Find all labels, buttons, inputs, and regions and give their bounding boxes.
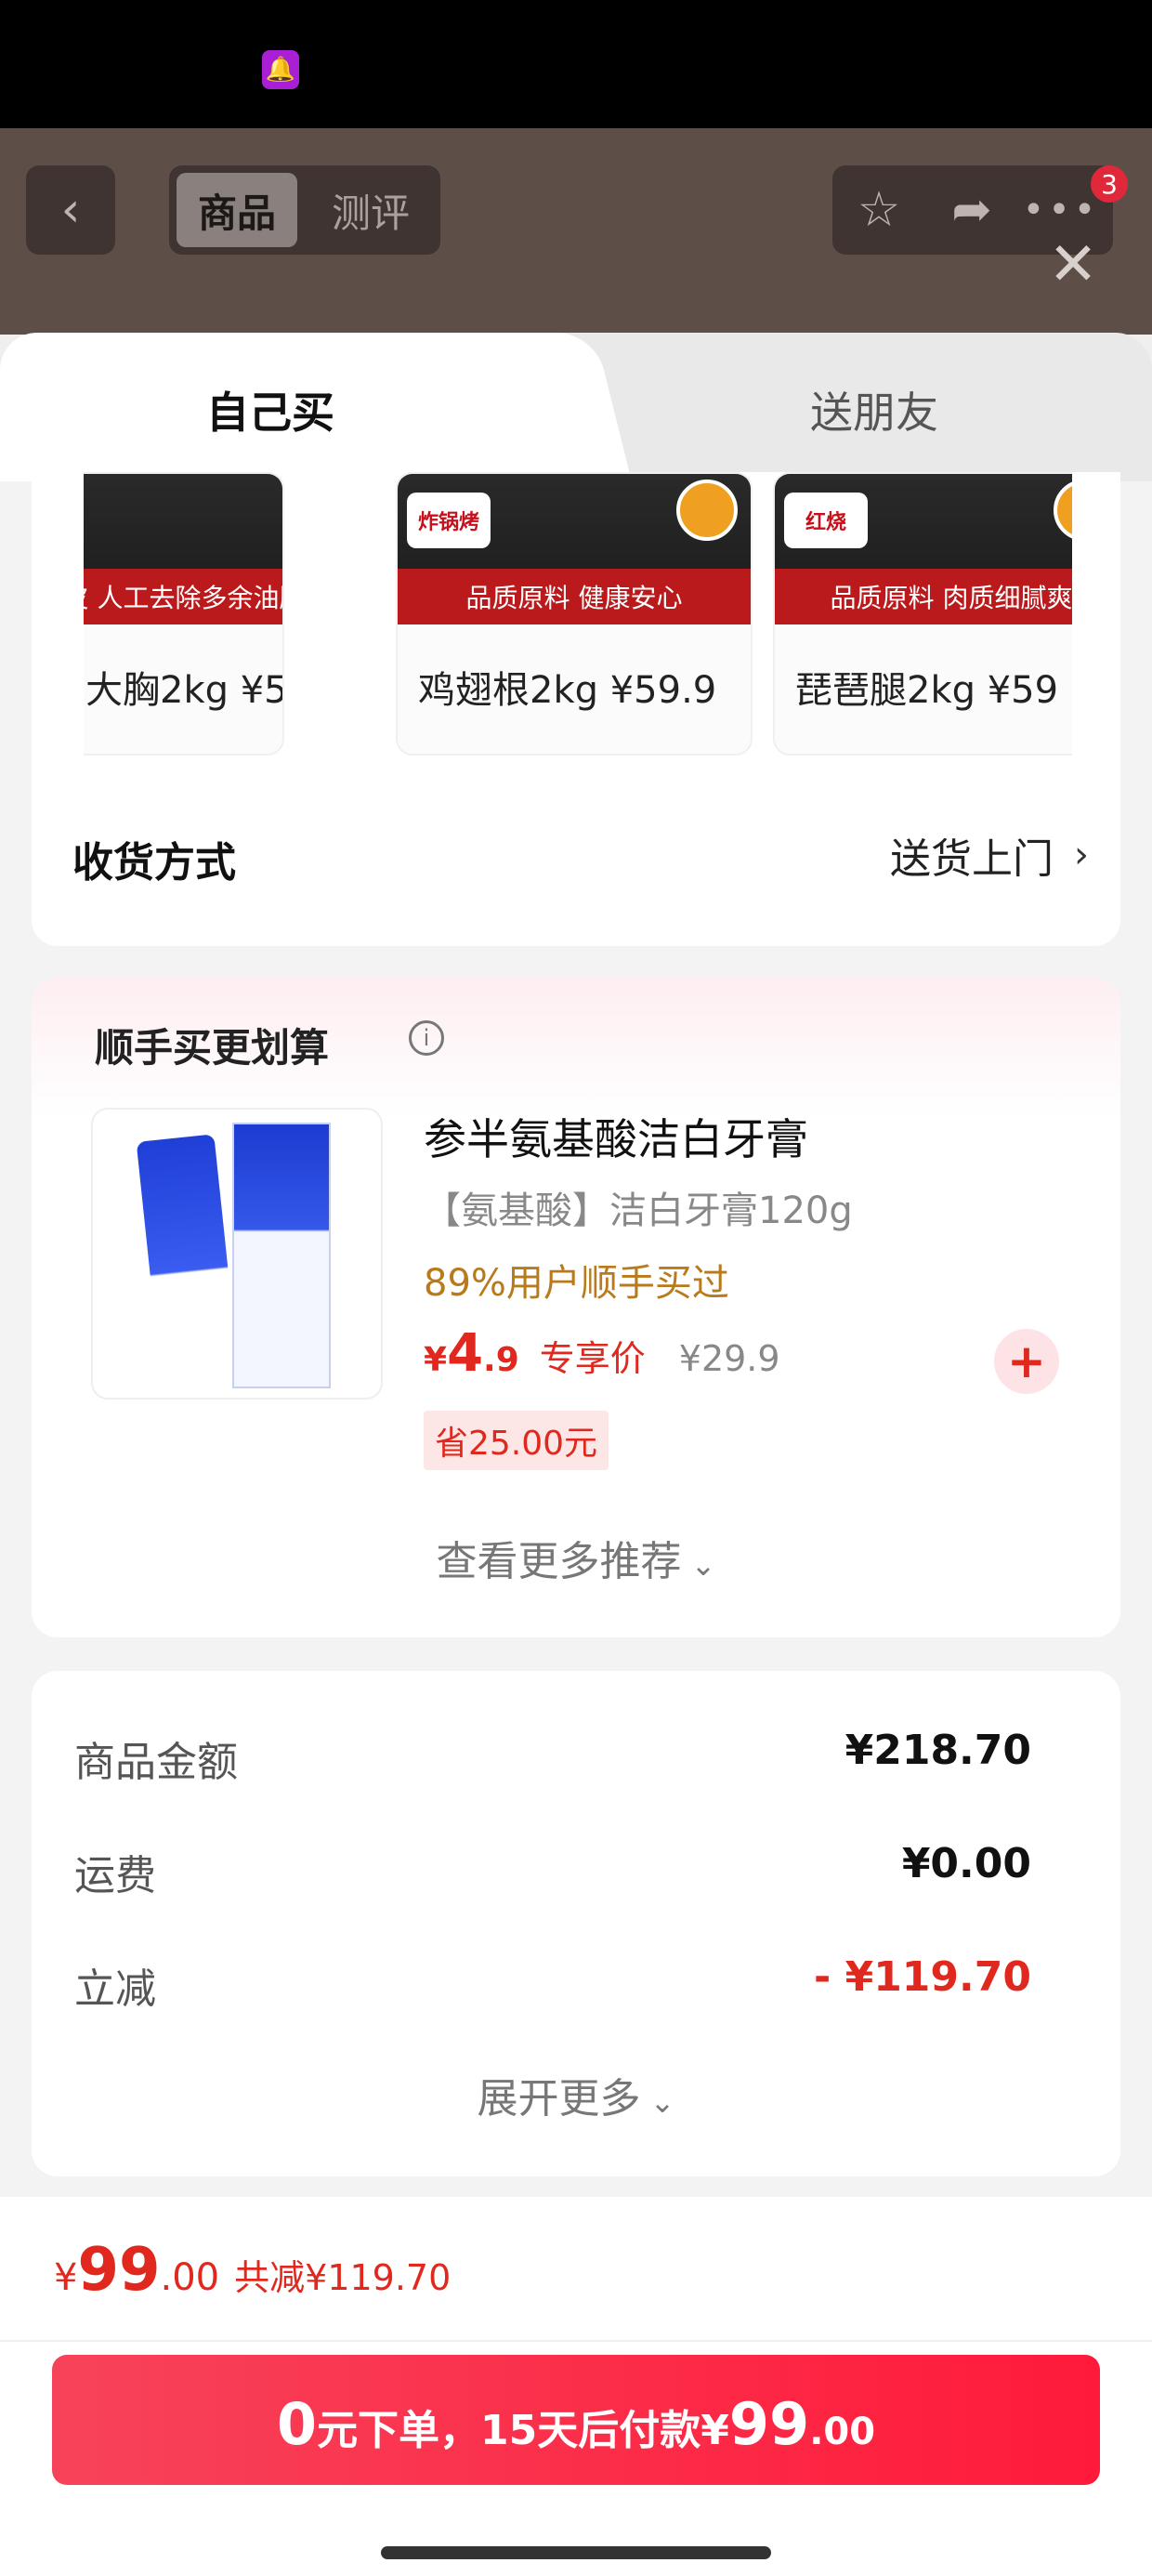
chevron-left-icon: ‹	[60, 182, 81, 238]
divider	[0, 2340, 1152, 2342]
product-tile[interactable]: 炸锅烤 品质原料 健康安心 鸡翅根2kg ¥59.9	[396, 472, 753, 756]
product-tile[interactable]: 凉拌 皮 人工去除多余油脂 大胸2kg ¥59.9	[84, 472, 284, 756]
shipping-label: 运费	[74, 1852, 156, 1899]
checkout-footer: ¥ 99 .00 共减¥119.70 0 元下单，15天后付款¥ 99 .00	[0, 2197, 1152, 2576]
product-banner: 品质原料 健康安心	[398, 569, 751, 624]
expand-more-label: 展开更多	[477, 2075, 641, 2123]
discount-label: 立减	[74, 1965, 156, 2013]
shipping-value: ¥0.00	[901, 1840, 1031, 1887]
delivery-label: 收货方式	[72, 839, 236, 887]
addon-product-spec: 【氨基酸】洁白牙膏120g	[424, 1189, 853, 1232]
notification-bell-icon: 🔔	[262, 50, 299, 89]
cta-zero: 0	[276, 2390, 318, 2458]
product-banner: 皮 人工去除多余油脂	[84, 569, 282, 624]
header-tabs: 商品 测评	[169, 165, 440, 255]
product-tile[interactable]: 红烧 品质原料 肉质细腻爽 琵琶腿2kg ¥59	[773, 472, 1072, 756]
close-icon[interactable]: ✕	[1045, 230, 1101, 299]
price-label: 专享价	[539, 1338, 646, 1379]
cta-text: 元下单，15天后付款¥	[317, 2407, 729, 2454]
cta-amount: 99	[728, 2390, 810, 2458]
tab-self[interactable]: 自己买	[206, 379, 334, 440]
tab-gift[interactable]: 送朋友	[810, 379, 938, 440]
expand-more-link[interactable]: 展开更多 ⌄	[32, 2065, 1120, 2124]
order-sheet: 自己买 送朋友 凉拌 皮 人工去除多余油脂 大胸2kg ¥59.9 炸锅烤 品质…	[0, 333, 1152, 2576]
product-tag: 炸锅烤	[407, 493, 491, 548]
product-name: 大胸2kg ¥59.9	[85, 669, 284, 712]
price-int: 4	[447, 1323, 484, 1384]
footer-total: ¥ 99 .00 共减¥119.70	[54, 2236, 451, 2305]
total-int: 99	[77, 2236, 161, 2305]
share-icon[interactable]: ➦	[935, 175, 1009, 245]
toothpaste-tube-icon	[136, 1134, 240, 1383]
addon-price: ¥ 4 .9 专享价 ¥29.9	[424, 1323, 780, 1384]
place-order-button[interactable]: 0 元下单，15天后付款¥ 99 .00	[52, 2355, 1100, 2485]
product-banner: 品质原料 肉质细腻爽	[775, 569, 1072, 624]
product-carousel[interactable]: 凉拌 皮 人工去除多余油脂 大胸2kg ¥59.9 炸锅烤 品质原料 健康安心 …	[84, 472, 1072, 760]
info-icon[interactable]: i	[409, 1020, 444, 1056]
save-tag: 省25.00元	[424, 1411, 609, 1470]
message-badge: 3	[1091, 165, 1128, 203]
addon-product-image[interactable]	[91, 1108, 383, 1400]
addon-buy-rate: 89%用户顺手买过	[424, 1262, 729, 1305]
chevron-right-icon: ›	[1074, 834, 1089, 876]
favorite-star-icon[interactable]: ☆	[842, 175, 916, 245]
total-dec: .00	[160, 2256, 220, 2299]
tab-review[interactable]: 测评	[308, 173, 433, 247]
products-card: 凉拌 皮 人工去除多余油脂 大胸2kg ¥59.9 炸锅烤 品质原料 健康安心 …	[32, 472, 1120, 946]
product-name: 琵琶腿2kg ¥59	[795, 669, 1059, 712]
quality-seal-icon	[676, 480, 738, 541]
price-summary-card: 商品金额 ¥218.70 运费 ¥0.00 立减 - ¥119.70 展开更多 …	[32, 1671, 1120, 2176]
back-button[interactable]: ‹	[26, 165, 115, 255]
original-price: ¥29.9	[678, 1338, 780, 1379]
tab-goods[interactable]: 商品	[177, 173, 297, 247]
delivery-selector[interactable]: 送货上门 ›	[890, 825, 1089, 885]
cta-decimal: .00	[809, 2411, 876, 2453]
product-tag: 红烧	[784, 493, 868, 548]
addon-section-title: 顺手买更划算	[95, 1025, 330, 1071]
more-recommendations-label: 查看更多推荐	[436, 1538, 682, 1585]
toothpaste-box-icon	[232, 1123, 331, 1388]
total-symbol: ¥	[54, 2256, 78, 2299]
add-addon-button[interactable]: +	[994, 1329, 1059, 1394]
home-indicator	[381, 2546, 771, 2559]
total-discount: 共减¥119.70	[234, 2257, 452, 2298]
discount-value: - ¥119.70	[814, 1953, 1031, 2001]
more-recommendations-link[interactable]: 查看更多推荐 ⌄	[32, 1528, 1120, 1587]
subtotal-value: ¥218.70	[844, 1727, 1031, 1774]
status-bar	[0, 0, 1152, 128]
price-symbol: ¥	[424, 1341, 448, 1379]
addon-product-title[interactable]: 参半氨基酸洁白牙膏	[424, 1106, 808, 1167]
delivery-value: 送货上门	[890, 835, 1054, 883]
plus-icon: +	[1007, 1334, 1046, 1388]
price-dec: .9	[483, 1341, 519, 1379]
product-name: 鸡翅根2kg ¥59.9	[418, 669, 717, 712]
subtotal-label: 商品金额	[74, 1739, 238, 1786]
addon-card: 顺手买更划算 i 参半氨基酸洁白牙膏 【氨基酸】洁白牙膏120g 89%用户顺手…	[32, 978, 1120, 1637]
chevron-down-icon: ⌄	[640, 2084, 675, 2120]
chevron-down-icon: ⌄	[681, 1547, 716, 1583]
